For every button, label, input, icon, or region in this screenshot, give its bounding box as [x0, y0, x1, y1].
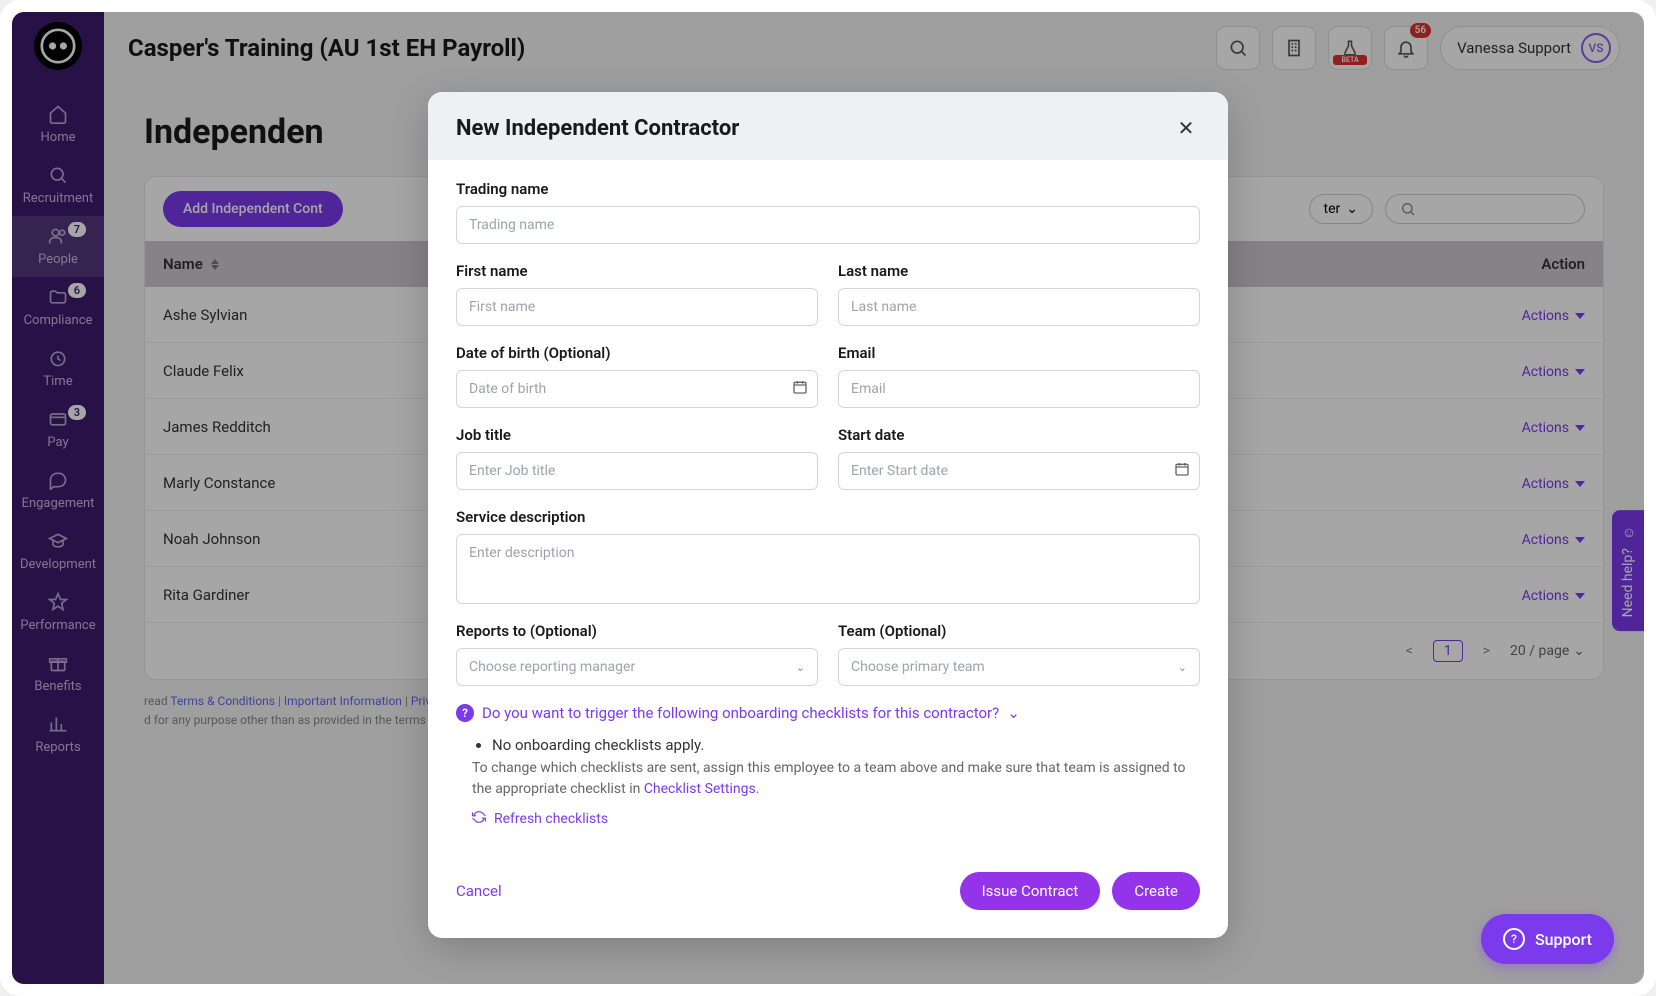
modal-title: New Independent Contractor: [456, 116, 739, 141]
label-start-date: Start date: [838, 426, 1200, 444]
label-team: Team (Optional): [838, 622, 1200, 640]
label-service-desc: Service description: [456, 508, 1200, 526]
onboarding-toggle[interactable]: ? Do you want to trigger the following o…: [456, 704, 1200, 722]
onboarding-none: No onboarding checklists apply.: [492, 736, 1200, 754]
label-reports-to: Reports to (Optional): [456, 622, 818, 640]
modal-close-button[interactable]: ✕: [1172, 114, 1200, 142]
onboarding-note: To change which checklists are sent, ass…: [472, 758, 1200, 800]
select-reports-to[interactable]: Choose reporting manager ⌄: [456, 648, 818, 686]
input-last-name[interactable]: [838, 288, 1200, 326]
cancel-button[interactable]: Cancel: [456, 882, 502, 900]
input-trading-name[interactable]: [456, 206, 1200, 244]
input-first-name[interactable]: [456, 288, 818, 326]
refresh-checklists-button[interactable]: Refresh checklists: [472, 810, 1200, 828]
label-first-name: First name: [456, 262, 818, 280]
input-email[interactable]: [838, 370, 1200, 408]
label-email: Email: [838, 344, 1200, 362]
question-icon: ?: [1503, 928, 1525, 950]
select-team[interactable]: Choose primary team ⌄: [838, 648, 1200, 686]
close-icon: ✕: [1178, 116, 1195, 140]
input-service-desc[interactable]: [456, 534, 1200, 604]
refresh-icon: [472, 810, 486, 828]
chevron-down-icon: ⌄: [796, 661, 805, 674]
chevron-down-icon: ⌄: [1178, 661, 1187, 674]
create-button[interactable]: Create: [1112, 872, 1200, 910]
label-job-title: Job title: [456, 426, 818, 444]
label-last-name: Last name: [838, 262, 1200, 280]
chevron-down-icon: ⌄: [1007, 704, 1020, 722]
input-dob[interactable]: [456, 370, 818, 408]
label-dob: Date of birth (Optional): [456, 344, 818, 362]
support-button[interactable]: ? Support: [1481, 914, 1614, 964]
issue-contract-button[interactable]: Issue Contract: [960, 872, 1101, 910]
checklist-settings-link[interactable]: Checklist Settings: [644, 781, 756, 797]
input-job-title[interactable]: [456, 452, 818, 490]
question-icon: ?: [456, 704, 474, 722]
modal-new-contractor: New Independent Contractor ✕ Trading nam…: [428, 92, 1228, 938]
input-start-date[interactable]: [838, 452, 1200, 490]
label-trading-name: Trading name: [456, 180, 1200, 198]
